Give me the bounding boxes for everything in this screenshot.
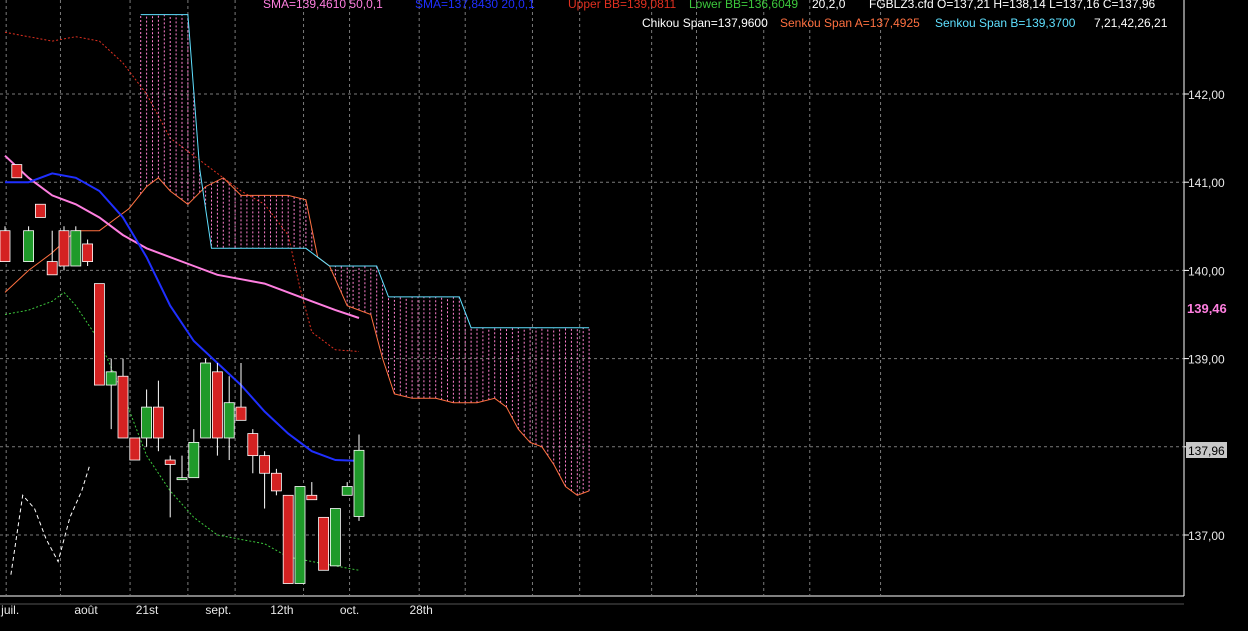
y-tick-label: 140,00 — [1188, 264, 1225, 278]
y-tick-label: 137,00 — [1188, 529, 1225, 543]
x-tick-label: juil. — [0, 603, 19, 617]
legend-row1-item: SMA=137,8430 20,0,1 — [415, 0, 535, 11]
candle-down — [152, 406, 164, 439]
candle-down — [164, 459, 176, 465]
candle-up — [23, 230, 35, 262]
candle-down — [82, 243, 93, 262]
candle-down — [270, 472, 282, 492]
last-close-price-tag: 137,96 — [1188, 444, 1225, 458]
candle-up — [200, 362, 212, 439]
candle-down — [58, 230, 70, 267]
x-tick-label: 12th — [270, 603, 293, 617]
legend-row2-item: Senkou Span B=139,3700 — [935, 16, 1076, 30]
candle-up — [70, 230, 82, 267]
candle-up — [188, 441, 200, 479]
candle-down — [46, 261, 58, 276]
price-chart[interactable]: 137,00138,00139,00140,00141,00142,00juil… — [0, 0, 1248, 626]
candle-down — [117, 375, 129, 439]
candle-up — [176, 477, 188, 481]
candle-down — [259, 455, 271, 474]
candle-up — [223, 402, 235, 439]
y-tick-label: 141,00 — [1188, 176, 1225, 190]
candle-down — [35, 203, 46, 218]
x-tick-label: 21st — [136, 603, 159, 617]
candle-up — [329, 508, 341, 567]
candle-up — [105, 371, 117, 386]
legend-row1-item: Upper BB=139,0811 — [568, 0, 677, 11]
sma50-price-tag: 139,46 — [1187, 301, 1227, 316]
candle-down — [318, 516, 330, 571]
legend-row2-item: Chikou Span=137,9600 — [642, 16, 768, 30]
candle-down — [235, 406, 247, 421]
legend-row1-item: 20,2,0 — [812, 0, 846, 11]
y-tick-label: 142,00 — [1188, 88, 1225, 102]
candle-down — [11, 164, 23, 179]
legend-row1-item: Lower BB=136,6049 — [689, 0, 798, 11]
candle-down — [247, 433, 259, 457]
candle-down — [0, 230, 11, 262]
x-tick-label: oct. — [340, 603, 359, 617]
x-tick-label: août — [74, 603, 98, 617]
candle-down — [129, 437, 141, 461]
candle-down — [306, 494, 318, 501]
candle-down — [94, 283, 105, 386]
x-tick-label: sept. — [205, 603, 231, 617]
legend-row2-item: Senkou Span A=137,4925 — [780, 16, 920, 30]
legend-row2-item: 7,21,42,26,21 — [1094, 16, 1168, 30]
y-tick-label: 139,00 — [1188, 353, 1225, 367]
legend-row1-item: SMA=139,4610 50,0,1 — [263, 0, 383, 11]
candle-up — [341, 486, 353, 496]
candle-down — [282, 494, 294, 584]
candle-up — [294, 486, 306, 584]
legend-row1-item: FGBLZ3.cfd O=137,21 H=138,14 L=137,16 C=… — [869, 0, 1156, 11]
candle-up — [141, 406, 153, 439]
x-tick-label: 28th — [409, 603, 432, 617]
candle-down — [211, 371, 223, 439]
candle-up — [353, 449, 365, 517]
chart-window[interactable]: 137,00138,00139,00140,00141,00142,00juil… — [0, 0, 1248, 626]
